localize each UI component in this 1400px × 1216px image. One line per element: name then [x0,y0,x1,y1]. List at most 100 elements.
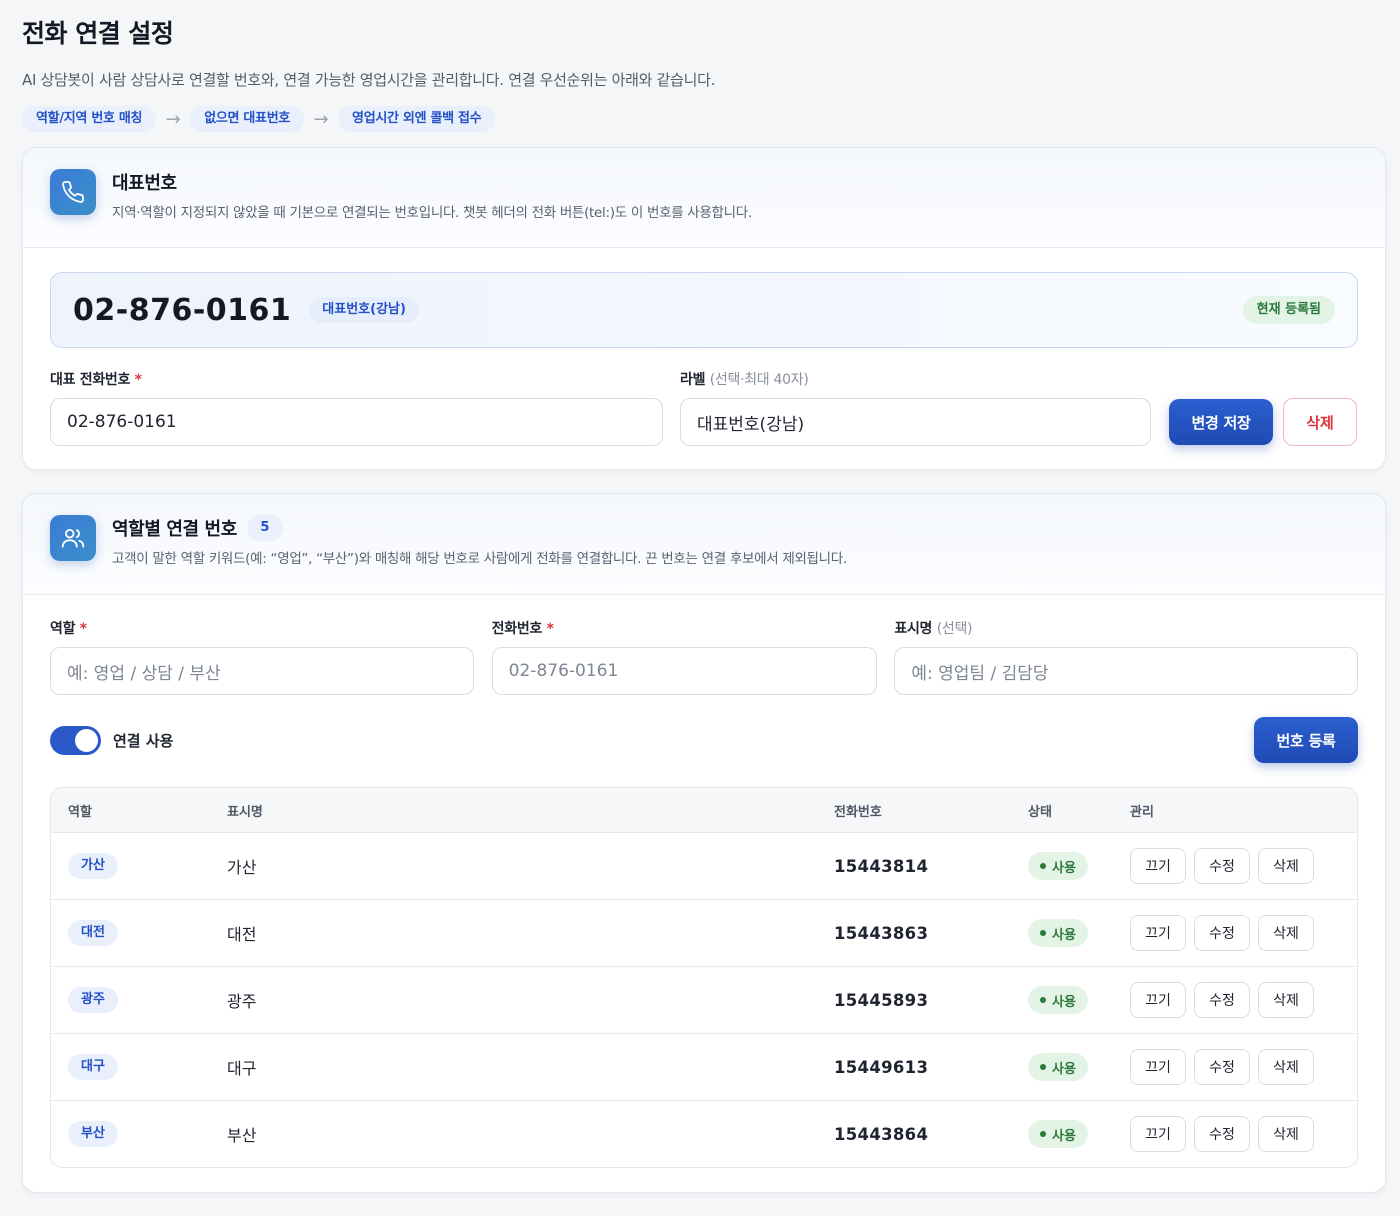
status-dot-icon [1040,1064,1046,1070]
phone-connection-settings-page: 전화 연결 설정 AI 상담봇이 사람 상담사로 연결할 번호와, 연결 가능한… [0,0,1400,1193]
display-name-cell: 대구 [227,1059,257,1078]
status-text: 사용 [1052,994,1076,1010]
phone-field: 전화번호 * 02-876-0161 [491,619,878,695]
main-number-card: 대표번호 지역·역할이 지정되지 않았을 때 기본으로 연결되는 번호입니다. … [22,147,1386,470]
main-phone-field: 대표 전화번호 * 02-876-0161 [50,370,663,446]
priority-step-3: 영업시간 외엔 콜백 접수 [338,106,496,132]
required-mark: * [79,621,87,637]
delete-button[interactable]: 삭제 [1258,848,1314,884]
toggle-label: 연결 사용 [113,731,174,750]
role-numbers-card-header: 역할별 연결 번호 5 고객이 말한 역할 키워드(예: “영업”, “부산”)… [23,494,1385,595]
display-name-cell: 광주 [227,992,257,1011]
page-description: AI 상담봇이 사람 상담사로 연결할 번호와, 연결 가능한 영업시간을 관리… [22,71,716,89]
status-badge: 사용 [1028,852,1088,880]
status-dot-icon [1040,997,1046,1003]
phone-cell: 15445893 [834,990,929,1010]
count-badge: 5 [246,515,283,541]
edit-button[interactable]: 수정 [1194,982,1250,1018]
role-chip: 대구 [68,1054,118,1080]
turn-off-button[interactable]: 끄기 [1130,1049,1186,1085]
phone-cell: 15443814 [834,856,929,876]
role-chip: 부산 [68,1121,118,1147]
role-chip: 가산 [68,853,118,879]
role-chip: 광주 [68,987,118,1013]
edit-button[interactable]: 수정 [1194,1116,1250,1152]
status-badge: 사용 [1028,1120,1088,1148]
status-text: 사용 [1052,1061,1076,1077]
priority-steps: 역할/지역 번호 매칭 → 없으면 대표번호 → 영업시간 외엔 콜백 접수 [22,106,1386,132]
turn-off-button[interactable]: 끄기 [1130,1116,1186,1152]
turn-off-button[interactable]: 끄기 [1130,915,1186,951]
phone-cell: 15443864 [834,1124,929,1144]
toggle-knob [75,728,98,752]
column-header-phone: 전화번호 [834,804,882,820]
status-dot-icon [1040,1131,1046,1137]
main-label-input[interactable]: 대표번호(강남) [680,398,1151,446]
register-number-button[interactable]: 번호 등록 [1254,717,1358,763]
save-changes-button[interactable]: 변경 저장 [1169,399,1273,445]
delete-button[interactable]: 삭제 [1258,1116,1314,1152]
required-mark: * [134,372,142,388]
main-label-field: 라벨 (선택·최대 40자) 대표번호(강남) [680,370,1151,446]
role-numbers-card: 역할별 연결 번호 5 고객이 말한 역할 키워드(예: “영업”, “부산”)… [22,493,1386,1193]
role-field: 역할 * 예: 영업 / 상담 / 부산 [50,619,474,695]
role-input[interactable]: 예: 영업 / 상담 / 부산 [50,647,474,695]
current-number-label: 대표번호(강남) [309,297,419,323]
display-name-input[interactable]: 예: 영업팀 / 김담당 [894,647,1359,695]
delete-button[interactable]: 삭제 [1258,915,1314,951]
display-name-cell: 대전 [227,925,257,944]
display-name-label: 표시명 [894,621,933,637]
status-dot-icon [1040,930,1046,936]
phone-cell: 15443863 [834,923,929,943]
status-badge: 사용 [1028,1053,1088,1081]
column-header-status: 상태 [1028,804,1052,820]
table-header: 역할 표시명 전화번호 상태 관리 [51,788,1357,833]
phone-input[interactable]: 02-876-0161 [491,647,878,695]
edit-button[interactable]: 수정 [1194,915,1250,951]
status-badge: 사용 [1028,919,1088,947]
table-row: 부산 부산 15443864 사용 끄기 수정 삭제 [51,1101,1357,1167]
edit-button[interactable]: 수정 [1194,1049,1250,1085]
delete-button[interactable]: 삭제 [1258,1049,1314,1085]
priority-step-1: 역할/지역 번호 매칭 [22,106,157,132]
main-number-card-header: 대표번호 지역·역할이 지정되지 않았을 때 기본으로 연결되는 번호입니다. … [23,148,1385,248]
users-icon [50,515,96,561]
current-number-box: 02-876-0161 대표번호(강남) 현재 등록됨 [50,272,1358,348]
role-numbers-description: 고객이 말한 역할 키워드(예: “영업”, “부산”)와 매칭해 해당 번호로… [112,551,847,567]
table-row: 광주 광주 15445893 사용 끄기 수정 삭제 [51,967,1357,1034]
page-title: 전화 연결 설정 [22,19,174,48]
status-badge: 사용 [1028,986,1088,1014]
phone-icon [50,169,96,215]
display-name-hint: (선택) [936,621,973,637]
phone-cell: 15449613 [834,1057,929,1077]
main-phone-input[interactable]: 02-876-0161 [50,398,663,446]
display-name-cell: 부산 [227,1126,257,1145]
role-chip: 대전 [68,920,118,946]
table-row: 대구 대구 15449613 사용 끄기 수정 삭제 [51,1034,1357,1101]
delete-button[interactable]: 삭제 [1258,982,1314,1018]
current-number: 02-876-0161 [73,292,292,328]
turn-off-button[interactable]: 끄기 [1130,982,1186,1018]
column-header-display-name: 표시명 [227,804,263,820]
required-mark: * [546,621,554,637]
main-number-description: 지역·역할이 지정되지 않았을 때 기본으로 연결되는 번호입니다. 챗봇 헤더… [112,205,752,221]
display-name-cell: 가산 [227,858,257,877]
connection-toggle[interactable] [50,725,101,755]
status-dot-icon [1040,863,1046,869]
status-text: 사용 [1052,1128,1076,1144]
table-row: 대전 대전 15443863 사용 끄기 수정 삭제 [51,900,1357,967]
main-label-hint: (선택·최대 40자) [709,372,809,388]
table-row: 가산 가산 15443814 사용 끄기 수정 삭제 [51,833,1357,900]
status-text: 사용 [1052,927,1076,943]
status-text: 사용 [1052,860,1076,876]
main-label-label: 라벨 [680,372,706,388]
role-numbers-title: 역할별 연결 번호 [112,519,237,540]
turn-off-button[interactable]: 끄기 [1130,848,1186,884]
arrow-right-icon: → [313,108,329,130]
column-header-role: 역할 [68,804,92,820]
display-name-field: 표시명 (선택) 예: 영업팀 / 김담당 [894,619,1359,695]
delete-main-number-button[interactable]: 삭제 [1283,398,1357,446]
priority-step-2: 없으면 대표번호 [190,106,305,132]
role-numbers-table: 역할 표시명 전화번호 상태 관리 가산 가산 15443814 사용 끄기 수… [50,787,1358,1168]
edit-button[interactable]: 수정 [1194,848,1250,884]
